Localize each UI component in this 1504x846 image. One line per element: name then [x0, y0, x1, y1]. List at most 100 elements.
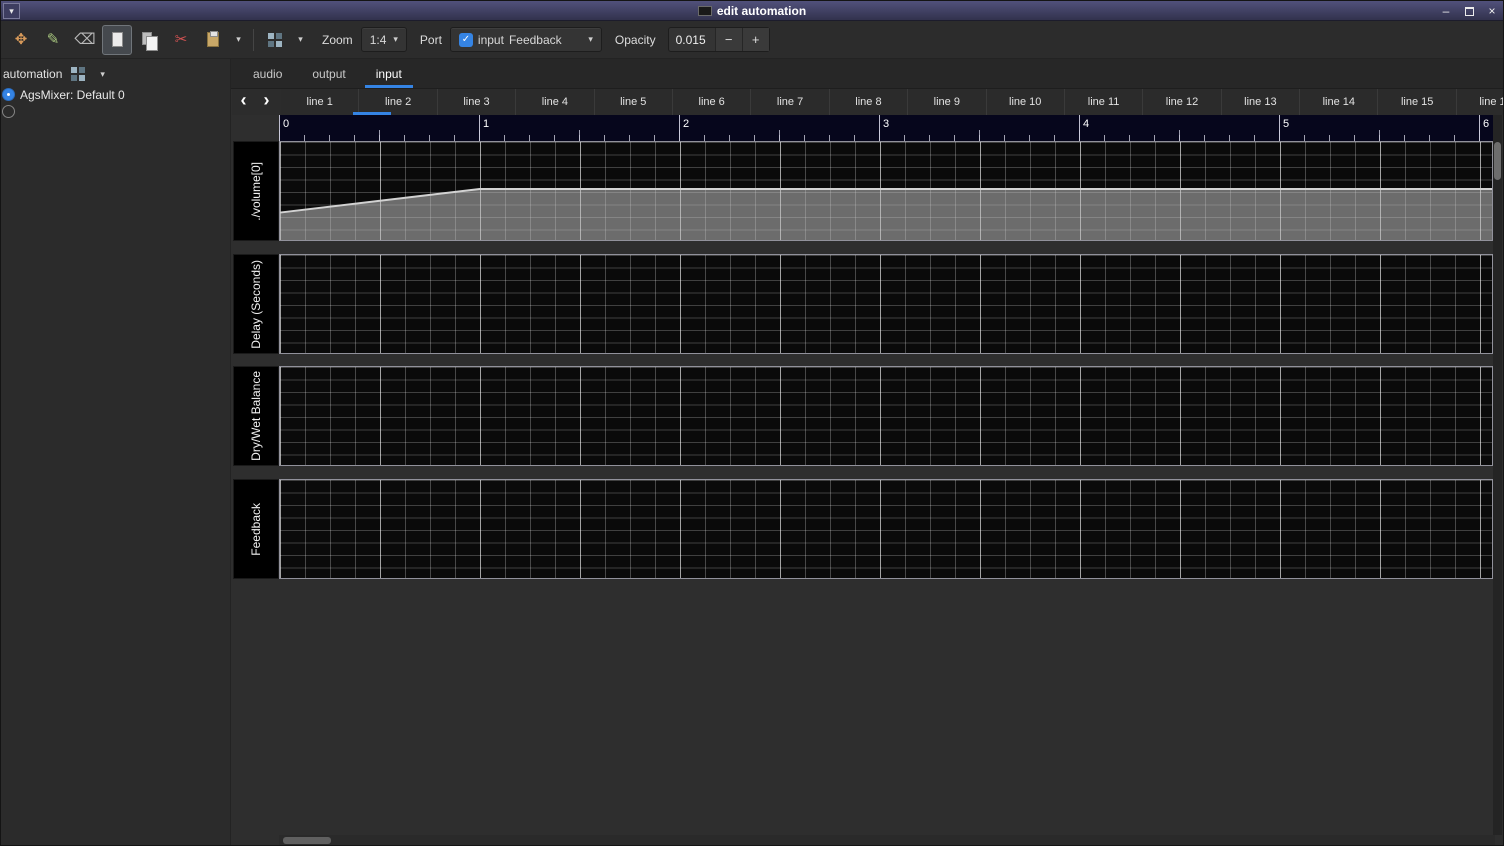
line-tab-label: line 12: [1166, 96, 1198, 108]
ruler-number-4: 4: [1083, 118, 1089, 130]
line-tab-label: line 15: [1401, 96, 1433, 108]
eraser-icon: ⌫: [74, 32, 95, 47]
automation-header: automation ▾: [1, 59, 230, 86]
automation-edit-area-feedback[interactable]: [279, 479, 1493, 579]
tab-line-10[interactable]: line 10: [987, 89, 1065, 115]
lane-label-volume: ./volume[0]: [233, 141, 279, 241]
line-tab-label: line 2: [385, 96, 411, 108]
select-document-icon: [112, 32, 123, 47]
radio-checked-icon: [2, 88, 15, 101]
tab-line-11[interactable]: line 11: [1065, 89, 1143, 115]
automation-edit-area-volume[interactable]: [279, 141, 1493, 241]
machine-option-empty[interactable]: [1, 103, 230, 120]
tab-line-13[interactable]: line 13: [1222, 89, 1300, 115]
line-tab-label: line 13: [1244, 96, 1276, 108]
line-tab-label: line 8: [855, 96, 881, 108]
opacity-label: Opacity: [615, 33, 656, 47]
window-controls: – ×: [1438, 1, 1500, 21]
checkbox-checked-icon: ✓: [459, 33, 473, 47]
automation-label: automation: [3, 67, 62, 81]
zoom-select[interactable]: 1:4 ▾: [361, 27, 407, 52]
volume-automation-fill: [280, 189, 1492, 240]
scissors-icon: ✂: [175, 32, 188, 47]
machine-option-agsmixer[interactable]: AgsMixer: Default 0: [1, 86, 230, 103]
automation-sidebar: automation ▾ AgsMixer: Default 0: [1, 59, 231, 846]
tab-line-12[interactable]: line 12: [1143, 89, 1221, 115]
lane-label-drywet: Dry/Wet Balance: [233, 366, 279, 466]
copy-button[interactable]: [134, 25, 164, 55]
tab-line-5[interactable]: line 5: [595, 89, 673, 115]
lane-label-text: Delay (Seconds): [249, 260, 263, 349]
line-tab-label: line 7: [777, 96, 803, 108]
window-title-area: edit automation: [1, 1, 1503, 21]
paste-menu-button[interactable]: ▾: [230, 25, 247, 55]
tab-input[interactable]: input: [361, 59, 417, 88]
maximize-button[interactable]: [1461, 3, 1477, 19]
chevron-down-icon: ▾: [100, 70, 105, 79]
clipboard-icon: [207, 32, 219, 47]
tab-line-3[interactable]: line 3: [438, 89, 516, 115]
window-title: edit automation: [717, 4, 806, 18]
chevron-down-icon: ▾: [588, 35, 593, 44]
line-tab-label: line 9: [934, 96, 960, 108]
automation-edit-area-delay[interactable]: [279, 254, 1493, 354]
tab-line-7[interactable]: line 7: [751, 89, 829, 115]
lane-delay: Delay (Seconds): [233, 254, 1493, 354]
opacity-decrement-button[interactable]: −: [715, 28, 742, 51]
opacity-spinbox: 0.015 − +: [668, 27, 770, 52]
tab-label: audio: [253, 67, 282, 81]
tab-line-6[interactable]: line 6: [673, 89, 751, 115]
tab-line-14[interactable]: line 14: [1300, 89, 1378, 115]
line-tab-label: line 6: [699, 96, 725, 108]
scroll-left-button[interactable]: ‹: [232, 90, 255, 115]
horizontal-scrollbar-thumb[interactable]: [283, 837, 331, 844]
line-tab-label: line 4: [542, 96, 568, 108]
close-button[interactable]: ×: [1484, 3, 1500, 19]
minimize-button[interactable]: –: [1438, 3, 1454, 19]
line-tab-label: line 5: [620, 96, 646, 108]
tab-audio[interactable]: audio: [238, 59, 297, 88]
ruler-number-0: 0: [283, 118, 289, 130]
vertical-scrollbar-thumb[interactable]: [1494, 142, 1501, 180]
timeline-ruler: 0 1 2 3 4 5 6: [279, 115, 1497, 141]
tool-grid-icon: [268, 33, 282, 47]
chevron-down-icon: ▾: [236, 35, 241, 44]
tab-line-8[interactable]: line 8: [830, 89, 908, 115]
tab-line-1[interactable]: line 1: [281, 89, 359, 115]
tab-line-4[interactable]: line 4: [516, 89, 594, 115]
cut-button[interactable]: ✂: [166, 25, 196, 55]
line-tab-label: line 3: [463, 96, 489, 108]
tool-popup-button[interactable]: [260, 25, 290, 55]
line-tab-label: line 11: [1088, 96, 1120, 108]
paste-button[interactable]: [198, 25, 228, 55]
tab-label: input: [376, 67, 402, 81]
tab-output[interactable]: output: [297, 59, 360, 88]
clear-tool-button[interactable]: ⌫: [70, 25, 100, 55]
tab-line-16[interactable]: line 16: [1457, 89, 1504, 115]
line-tab-label: line 10: [1009, 96, 1041, 108]
radio-unchecked-icon: [2, 105, 15, 118]
select-tool-button[interactable]: [102, 25, 132, 55]
lane-volume: ./volume[0]: [233, 141, 1493, 241]
vertical-scrollbar[interactable]: [1493, 115, 1502, 835]
opacity-value[interactable]: 0.015: [669, 28, 715, 51]
automation-edit-area-drywet[interactable]: [279, 366, 1493, 466]
opacity-increment-button[interactable]: +: [742, 28, 769, 51]
titlebar: ▾ edit automation – ×: [1, 1, 1503, 21]
port-label: Port: [420, 33, 442, 47]
scope-tabs: audio output input: [231, 59, 1504, 89]
edit-automation-window: ▾ edit automation – × ✥ ✎ ⌫: [0, 0, 1504, 846]
port-select[interactable]: ✓ input Feedback ▾: [450, 27, 602, 52]
horizontal-scrollbar[interactable]: [279, 835, 1495, 846]
tab-line-9[interactable]: line 9: [908, 89, 986, 115]
tool-popup-arrow-button[interactable]: ▾: [292, 25, 309, 55]
tab-line-15[interactable]: line 15: [1378, 89, 1456, 115]
position-tool-button[interactable]: ✥: [6, 25, 36, 55]
scroll-right-button[interactable]: ›: [255, 90, 278, 115]
position-cursor-icon: ✥: [15, 32, 28, 47]
machines-menu-button[interactable]: ▾: [100, 70, 105, 79]
edit-tool-button[interactable]: ✎: [38, 25, 68, 55]
lane-label-text: ./volume[0]: [249, 162, 263, 221]
zoom-value: 1:4: [370, 33, 387, 47]
lane-drywet: Dry/Wet Balance: [233, 366, 1493, 466]
